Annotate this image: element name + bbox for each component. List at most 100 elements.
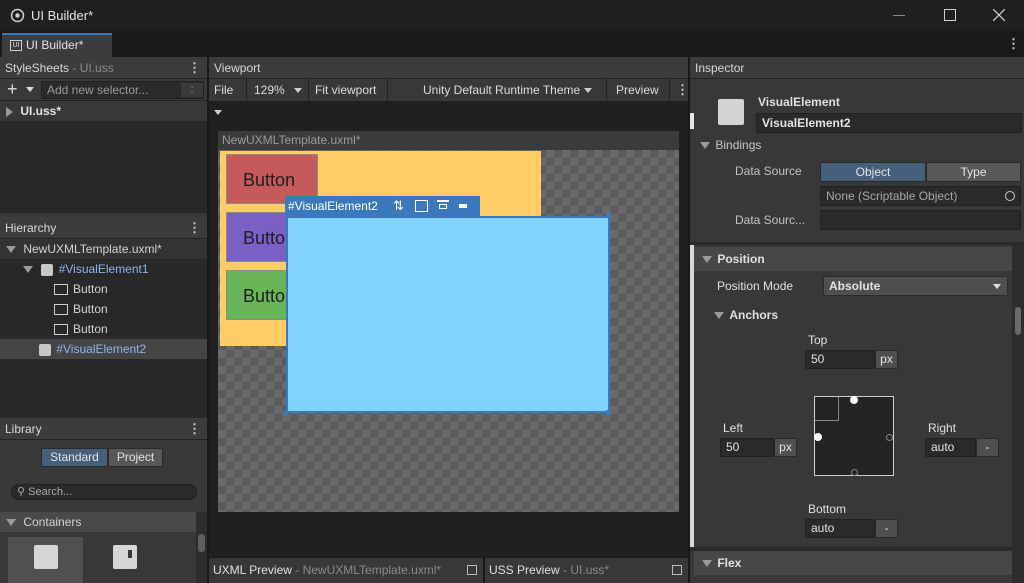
- anchor-bottom-dot[interactable]: [851, 469, 858, 476]
- expand-arrow-icon[interactable]: [702, 560, 712, 568]
- expand-arrow-icon[interactable]: [6, 246, 16, 254]
- preview-button[interactable]: Preview: [611, 79, 670, 101]
- anchor-right-dot[interactable]: [886, 434, 893, 441]
- library-search-input[interactable]: ⚲ Search...: [11, 484, 197, 500]
- position-section[interactable]: Position: [694, 247, 1012, 271]
- selected-element-label[interactable]: #VisualElement2 ⇅: [285, 196, 480, 216]
- tab-project[interactable]: Project: [108, 448, 163, 467]
- ui-builder-icon: UI: [10, 40, 22, 52]
- anchor-top-dot[interactable]: [850, 396, 858, 404]
- tab-type[interactable]: Type: [926, 162, 1021, 182]
- align-top-icon[interactable]: [437, 200, 449, 212]
- anchor-widget[interactable]: [814, 396, 894, 476]
- theme-dropdown[interactable]: Unity Default Runtime Theme: [418, 79, 607, 101]
- canvas-header: NewUXMLTemplate.uxml*: [218, 131, 679, 150]
- tab-object[interactable]: Object: [820, 162, 926, 182]
- add-selector-input[interactable]: Add new selector...:: [41, 81, 204, 99]
- uxml-preview-bar[interactable]: UXML Preview - NewUXMLTemplate.uxml*: [209, 557, 483, 583]
- library-scrollbar[interactable]: [196, 512, 207, 583]
- stylesheets-header: StyleSheets - UI.uss ⋮: [0, 57, 207, 79]
- left-input[interactable]: 50: [720, 438, 774, 457]
- tab-bar: [0, 31, 1024, 57]
- viewport-menu-icon[interactable]: ⋮: [676, 82, 689, 98]
- element-preview-icon: [718, 99, 744, 125]
- anchors-section[interactable]: Anchors: [714, 308, 778, 322]
- left-unit-dropdown[interactable]: px: [774, 438, 797, 457]
- visual-element-2[interactable]: [286, 216, 610, 413]
- data-source-field[interactable]: None (Scriptable Object): [820, 186, 1021, 206]
- tab-standard[interactable]: Standard: [41, 448, 108, 467]
- tab-ui-builder[interactable]: UI UI Builder*: [2, 33, 112, 57]
- bottom-unit-dropdown[interactable]: -: [875, 519, 898, 538]
- add-icon[interactable]: +: [7, 79, 18, 99]
- hierarchy-item-visualelement1[interactable]: #VisualElement1: [0, 259, 207, 279]
- expand-arrow-icon[interactable]: [702, 256, 712, 264]
- library-item-visualelement[interactable]: [8, 537, 83, 583]
- expand-arrow-icon[interactable]: [6, 519, 16, 527]
- position-mode-dropdown[interactable]: Absolute: [823, 276, 1008, 296]
- viewport-panel: Viewport File 129% Fit viewport Unity De…: [209, 57, 689, 583]
- data-source-path-label: Data Sourc...: [735, 213, 806, 227]
- fit-viewport-button[interactable]: Fit viewport: [310, 79, 388, 101]
- flex-section[interactable]: Flex: [694, 551, 1012, 575]
- close-icon[interactable]: [993, 9, 1005, 21]
- hierarchy-item-button[interactable]: Button: [0, 299, 207, 319]
- top-unit-dropdown[interactable]: px: [875, 350, 898, 369]
- inspector-left-bar: [690, 245, 694, 547]
- containers-section[interactable]: Containers: [0, 512, 196, 532]
- right-unit-dropdown[interactable]: -: [976, 438, 999, 457]
- expand-arrow-icon[interactable]: [714, 312, 724, 320]
- top-input[interactable]: 50: [805, 350, 875, 369]
- stylesheets-toolbar: + Add new selector...:: [0, 79, 207, 101]
- object-picker-icon[interactable]: [1005, 191, 1015, 201]
- resize-handle[interactable]: [606, 212, 611, 217]
- left-label: Left: [723, 421, 744, 435]
- element-name-input[interactable]: VisualElement2: [756, 113, 1022, 133]
- bindings-section[interactable]: Bindings: [700, 138, 761, 152]
- hierarchy-menu-icon[interactable]: ⋮: [188, 217, 201, 239]
- hierarchy-root[interactable]: NewUXMLTemplate.uxml*: [0, 239, 207, 259]
- hierarchy-item-button[interactable]: Button: [0, 319, 207, 339]
- library-menu-icon[interactable]: ⋮: [188, 418, 201, 440]
- viewport-scroll-area: [209, 512, 688, 557]
- library-item-scrollview[interactable]: [87, 537, 162, 583]
- hierarchy-item-visualelement2[interactable]: #VisualElement2: [0, 339, 207, 359]
- hierarchy-item-button[interactable]: Button: [0, 279, 207, 299]
- layout-icon[interactable]: [415, 200, 428, 212]
- expand-arrow-icon[interactable]: [700, 142, 710, 150]
- top-label: Top: [808, 333, 828, 347]
- button-icon: [54, 284, 68, 296]
- file-menu[interactable]: File: [209, 79, 247, 116]
- uss-preview-bar[interactable]: USS Preview - UI.uss*: [485, 557, 688, 583]
- open-external-icon[interactable]: [467, 565, 477, 575]
- data-source-label: Data Source: [735, 164, 802, 178]
- hierarchy-panel: Hierarchy ⋮ NewUXMLTemplate.uxml* #Visual…: [0, 217, 207, 417]
- stylesheets-menu-icon[interactable]: ⋮: [188, 57, 201, 79]
- resize-handle[interactable]: [606, 410, 611, 415]
- align-right-icon[interactable]: [459, 200, 471, 212]
- inspector-header: Inspector: [690, 57, 1024, 79]
- bottom-label: Bottom: [808, 502, 847, 516]
- hierarchy-header: Hierarchy ⋮: [0, 217, 207, 239]
- stylesheets-panel: StyleSheets - UI.uss ⋮ + Add new selector…: [0, 57, 207, 217]
- tab-menu-icon[interactable]: ⋮: [1007, 36, 1020, 52]
- stylesheet-item[interactable]: UI.uss*: [0, 101, 207, 121]
- bottom-input[interactable]: auto: [805, 519, 875, 538]
- add-dropdown-arrow-icon[interactable]: [26, 87, 34, 92]
- element-icon: [39, 343, 51, 356]
- window-title: UI Builder*: [31, 8, 94, 23]
- right-input[interactable]: auto: [925, 438, 976, 457]
- align-icon[interactable]: ⇅: [393, 198, 404, 214]
- zoom-dropdown[interactable]: 129%: [249, 79, 309, 101]
- element-type: VisualElement: [758, 95, 840, 109]
- expand-arrow-icon[interactable]: [6, 106, 13, 117]
- resize-handle[interactable]: [283, 410, 288, 415]
- anchor-left-dot[interactable]: [814, 433, 822, 441]
- minimize-icon[interactable]: [893, 15, 905, 16]
- inspector-scrollbar[interactable]: [1012, 245, 1024, 583]
- expand-arrow-icon[interactable]: [23, 266, 33, 274]
- data-source-path-input[interactable]: [820, 210, 1021, 230]
- maximize-icon[interactable]: [944, 9, 956, 21]
- open-external-icon[interactable]: [672, 565, 682, 575]
- inspector-panel: Inspector VisualElement VisualElement2 B…: [690, 57, 1024, 583]
